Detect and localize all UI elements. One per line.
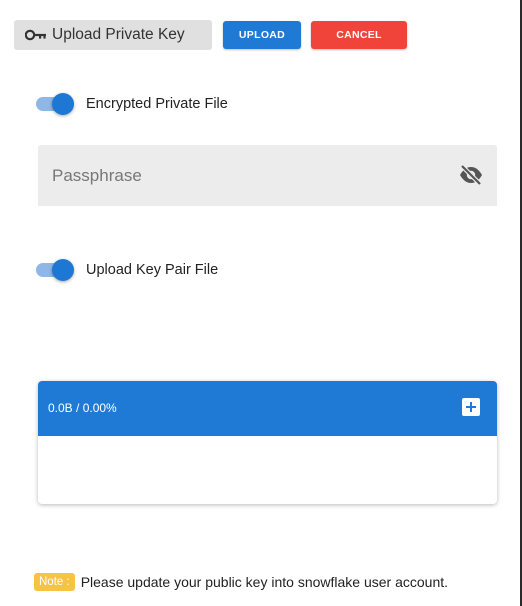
upload-private-key-button[interactable]: Upload Private Key <box>14 20 212 50</box>
upload-key-pair-file-row: Upload Key Pair File <box>34 258 218 282</box>
toggle-thumb <box>52 259 74 281</box>
cancel-button[interactable]: CANCEL <box>311 21 407 49</box>
encrypted-private-file-toggle[interactable] <box>34 92 74 116</box>
upload-key-pair-file-toggle[interactable] <box>34 258 74 282</box>
upload-button[interactable]: UPLOAD <box>223 21 301 49</box>
note: Note : Please update your public key int… <box>34 573 448 591</box>
encrypted-private-file-row: Encrypted Private File <box>34 92 228 116</box>
key-icon <box>25 29 47 41</box>
file-uploader: 0.0B / 0.00% <box>38 381 497 504</box>
note-text: Please update your public key into snowf… <box>80 574 449 590</box>
eye-off-icon[interactable] <box>459 164 483 186</box>
uploader-header: 0.0B / 0.00% <box>38 381 497 436</box>
upload-key-pair-file-label: Upload Key Pair File <box>86 262 219 278</box>
encrypted-private-file-label: Encrypted Private File <box>86 96 228 112</box>
note-badge: Note : <box>34 573 75 591</box>
toolbar: Upload Private Key UPLOAD CANCEL <box>14 20 407 50</box>
plus-square-icon[interactable] <box>462 398 480 416</box>
upload-private-key-label: Upload Private Key <box>52 26 185 43</box>
file-drop-area[interactable] <box>38 436 497 504</box>
toggle-thumb <box>52 93 74 115</box>
passphrase-field <box>38 145 497 206</box>
passphrase-input[interactable] <box>38 145 438 206</box>
upload-progress-status: 0.0B / 0.00% <box>48 401 117 415</box>
